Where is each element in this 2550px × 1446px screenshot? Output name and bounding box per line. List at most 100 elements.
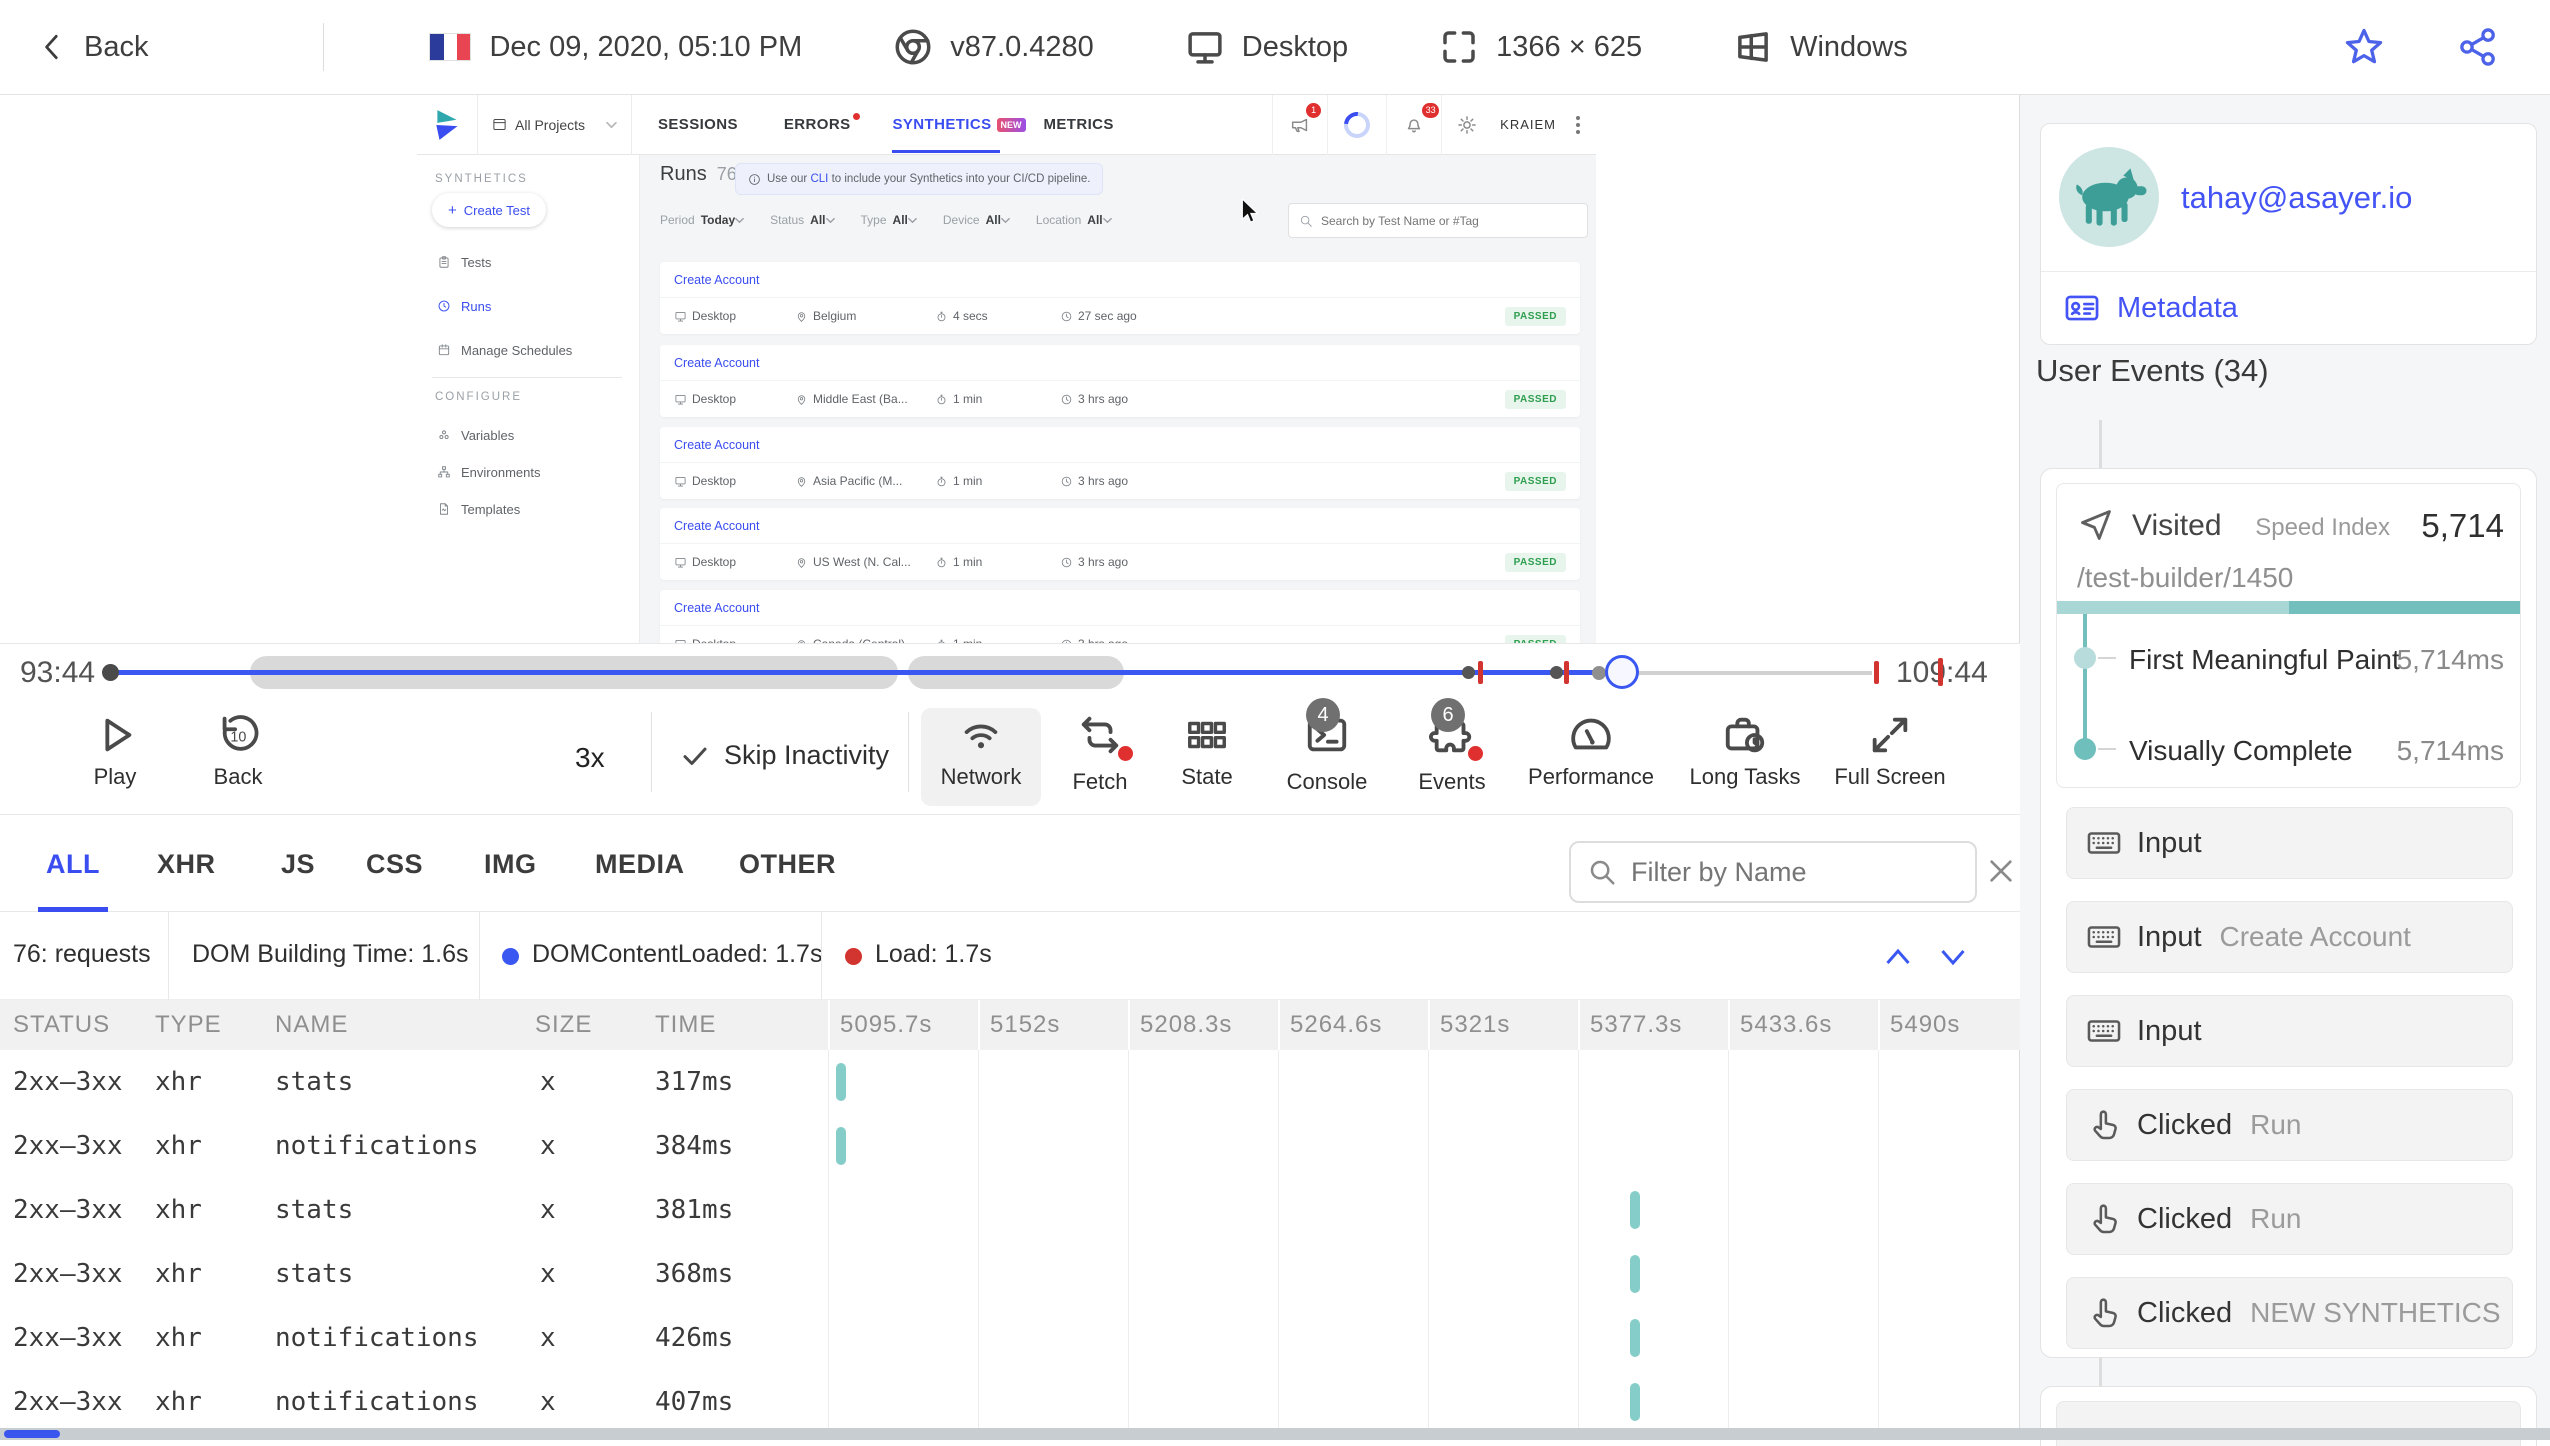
run-card[interactable]: Create Account Desktop Belgium 4 secs 27… (660, 262, 1580, 334)
events-panel-button[interactable]: 6 Events (1392, 698, 1512, 795)
status-badge: PASSED (1504, 552, 1566, 572)
request-timing-bar (1630, 1319, 1640, 1357)
filter-period[interactable]: Period Today (660, 213, 744, 227)
net-tab-xhr[interactable]: XHR (157, 849, 216, 880)
time-tick: 5490s (1890, 1011, 1961, 1038)
full-screen-button[interactable]: Full Screen (1825, 712, 1955, 790)
run-name-link[interactable]: Create Account (674, 273, 759, 287)
performance-panel-button[interactable]: Performance (1521, 712, 1661, 790)
network-row[interactable]: 2xx–3xx xhr notifications x 407ms (0, 1370, 2020, 1428)
network-panel-button[interactable]: Network (921, 712, 1041, 790)
back-10-button[interactable]: 10 Back (178, 712, 298, 790)
playhead[interactable] (1605, 655, 1639, 689)
announcements-button[interactable]: 1 (1272, 95, 1327, 155)
event-row-input[interactable]: Input (2066, 995, 2513, 1067)
network-row[interactable]: 2xx–3xx xhr stats x 368ms (0, 1242, 2020, 1306)
network-row[interactable]: 2xx–3xx xhr stats x 317ms (0, 1050, 2020, 1114)
close-icon[interactable] (1985, 855, 2017, 887)
run-name-link[interactable]: Create Account (674, 356, 759, 370)
star-icon[interactable] (2342, 25, 2386, 69)
event-marker-dot[interactable] (1592, 666, 1606, 680)
sidebar-item-runs[interactable]: Runs (437, 294, 491, 318)
user-email-link[interactable]: tahay@asayer.io (2181, 180, 2412, 216)
error-marker[interactable] (1478, 661, 1483, 684)
run-card[interactable]: Create Account Desktop US West (N. Cal..… (660, 508, 1580, 580)
console-panel-button[interactable]: 4 Console (1267, 698, 1387, 795)
app-tab-metrics[interactable]: METRICS (1044, 116, 1114, 133)
sidebar-item-manage-schedules[interactable]: Manage Schedules (437, 338, 572, 362)
metadata-button[interactable]: Metadata (2063, 289, 2238, 327)
sidebar-item-tests[interactable]: Tests (437, 250, 491, 274)
filter-device[interactable]: Device All (943, 213, 1010, 227)
error-marker[interactable] (1938, 658, 1943, 686)
back-button[interactable]: Back (38, 31, 148, 64)
kebab-icon[interactable] (1568, 115, 1588, 134)
notifications-button[interactable]: 33 (1386, 95, 1441, 155)
app-tab-synthetics[interactable]: SYNTHETICS (892, 116, 1000, 153)
network-row[interactable]: 2xx–3xx xhr notifications x 384ms (0, 1114, 2020, 1178)
chevron-down-icon[interactable] (1935, 942, 1971, 972)
net-tab-media[interactable]: MEDIA (595, 849, 685, 880)
event-marker-dot[interactable] (1550, 666, 1563, 679)
event-row-click[interactable]: Clicked NEW SYNTHETICS (2066, 1277, 2513, 1349)
event-connector (2099, 1358, 2102, 1386)
filter-type[interactable]: Type All (861, 213, 917, 227)
net-tab-other[interactable]: OTHER (739, 849, 836, 880)
run-name-link[interactable]: Create Account (674, 438, 759, 452)
net-tab-img[interactable]: IMG (484, 849, 537, 880)
device-label: Desktop (1241, 30, 1349, 63)
speed-toggle[interactable]: 3x (575, 742, 605, 774)
long-tasks-panel-button[interactable]: Long Tasks (1685, 712, 1805, 790)
run-card[interactable]: Create Account Desktop Canada (Central) … (660, 590, 1580, 643)
play-button[interactable]: Play (55, 712, 175, 790)
run-card[interactable]: Create Account Desktop Asia Pacific (M..… (660, 427, 1580, 499)
timeline-progress[interactable] (110, 670, 1622, 675)
scrollbar-thumb[interactable] (4, 1430, 60, 1438)
col-status[interactable]: STATUS (13, 1000, 110, 1050)
net-tab-css[interactable]: CSS (366, 849, 423, 880)
app-tab-sessions[interactable]: SESSIONS (658, 116, 738, 133)
sidebar-item-environments[interactable]: Environments (437, 460, 540, 484)
app-user-name[interactable]: KRAIEM (1500, 117, 1556, 132)
network-row[interactable]: 2xx–3xx xhr notifications x 426ms (0, 1306, 2020, 1370)
horizontal-scrollbar[interactable] (0, 1428, 2550, 1440)
run-search-input[interactable] (1321, 213, 1571, 228)
skip-inactivity-toggle[interactable]: Skip Inactivity (680, 740, 889, 771)
chevron-up-icon[interactable] (1880, 942, 1916, 972)
event-row-input[interactable]: Input Create Account (2066, 901, 2513, 973)
col-size[interactable]: SIZE (535, 1000, 592, 1050)
sidebar-item-templates[interactable]: Templates (437, 497, 520, 521)
fetch-panel-button[interactable]: Fetch (1040, 712, 1160, 795)
visited-event-card[interactable]: Visited Speed Index 5,714 /test-builder/… (2056, 483, 2521, 788)
run-card[interactable]: Create Account Desktop Middle East (Ba..… (660, 345, 1580, 417)
settings-button[interactable] (1441, 95, 1492, 155)
event-row-input[interactable]: Input (2066, 807, 2513, 879)
network-filter-input[interactable] (1631, 856, 1951, 888)
error-marker[interactable] (1874, 661, 1879, 684)
net-tab-all[interactable]: ALL (46, 849, 100, 880)
col-type[interactable]: TYPE (155, 1000, 222, 1050)
run-name-link[interactable]: Create Account (674, 601, 759, 615)
col-time[interactable]: TIME (655, 1000, 716, 1050)
state-panel-button[interactable]: State (1147, 712, 1267, 790)
create-test-button[interactable]: + Create Test (432, 193, 547, 227)
event-row-click[interactable]: Clicked Run (2066, 1089, 2513, 1161)
filter-status[interactable]: Status All (770, 213, 835, 227)
project-selector[interactable]: All Projects (477, 95, 632, 155)
event-row-click[interactable]: Clicked Run (2066, 1183, 2513, 1255)
timeline-remaining[interactable] (1638, 671, 1872, 675)
event-marker-dot[interactable] (1462, 666, 1475, 679)
cli-link[interactable]: CLI (810, 173, 828, 185)
sidebar-item-variables[interactable]: Variables (437, 423, 514, 447)
error-marker[interactable] (1564, 661, 1569, 684)
net-tab-js[interactable]: JS (281, 849, 315, 880)
state-icon (1188, 721, 1226, 749)
window-icon (493, 119, 506, 130)
filter-location[interactable]: Location All (1036, 213, 1112, 227)
run-name-link[interactable]: Create Account (674, 519, 759, 533)
app-tab-errors[interactable]: ERRORS (784, 113, 861, 133)
col-name[interactable]: NAME (275, 1000, 348, 1050)
bell-icon (1407, 118, 1421, 132)
share-icon[interactable] (2456, 25, 2500, 69)
network-row[interactable]: 2xx–3xx xhr stats x 381ms (0, 1178, 2020, 1242)
